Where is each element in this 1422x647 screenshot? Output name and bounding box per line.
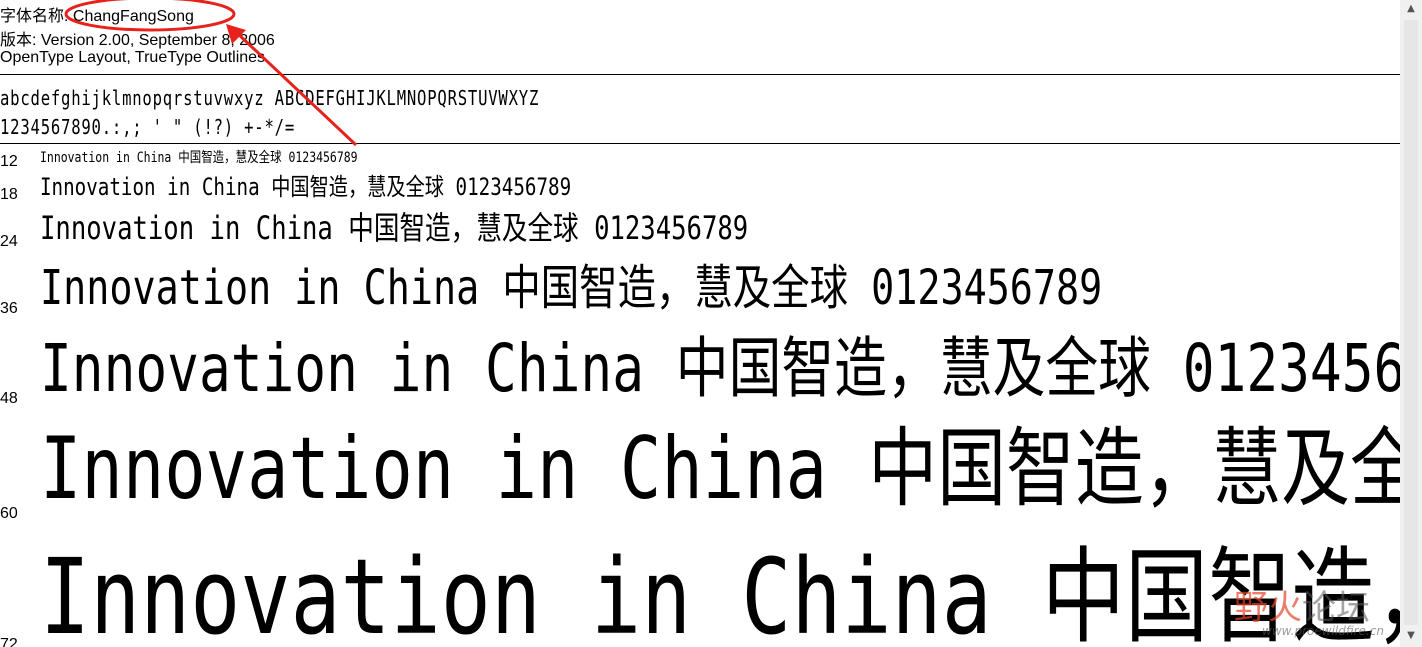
size-label-48: 48	[0, 390, 18, 407]
scrollbar-track[interactable]	[1404, 20, 1418, 625]
chevron-down-icon[interactable]: ▼	[1400, 627, 1422, 645]
sample-text-12: Innovation in China 中国智造，慧及全球 0123456789	[40, 150, 358, 166]
sample-text-48: Innovation in China 中国智造，慧及全球 0123456789	[40, 330, 1400, 407]
watermark-title-red: 野火	[1234, 588, 1302, 628]
size-label-24: 24	[0, 233, 18, 250]
charset-letters: abcdefghijklmnopqrstuvwxyz ABCDEFGHIJKLM…	[0, 86, 540, 110]
chevron-up-icon[interactable]: ▲	[1400, 0, 1422, 18]
sample-text-60: Innovation in China 中国智造，慧及全球 0123456789	[40, 419, 1400, 519]
font-version-line: 版本: Version 2.00, September 8, 2006	[0, 32, 275, 49]
header-divider	[0, 74, 1400, 75]
sample-text-18: Innovation in China 中国智造，慧及全球 0123456789	[40, 173, 572, 201]
font-preview-content: 字体名称: ChangFangSong 版本: Version 2.00, Se…	[0, 0, 1400, 647]
vertical-scrollbar[interactable]: ▲ ▼	[1400, 0, 1422, 647]
size-label-18: 18	[0, 186, 18, 203]
forum-watermark: 野火论坛 www.proewildfire.cn	[1234, 580, 1384, 638]
sample-text-36: Innovation in China 中国智造，慧及全球 0123456789	[40, 260, 1103, 316]
font-name-line: 字体名称: ChangFangSong	[0, 8, 194, 25]
sample-text-24: Innovation in China 中国智造，慧及全球 0123456789	[40, 209, 749, 247]
size-label-60: 60	[0, 505, 18, 522]
charset-divider	[0, 143, 1400, 144]
size-label-72: 72	[0, 636, 18, 647]
sample-text-72: Innovation in China 中国智造，慧及全球 0123456789	[40, 536, 1400, 647]
font-type-line: OpenType Layout, TrueType Outlines	[0, 49, 266, 66]
charset-digits-punct: 1234567890.:,; ' " (!?) +-*/=	[0, 115, 295, 139]
font-preview-window: 字体名称: ChangFangSong 版本: Version 2.00, Se…	[0, 0, 1422, 647]
watermark-title: 论坛	[1302, 588, 1370, 628]
size-label-36: 36	[0, 300, 18, 317]
watermark-url: www.proewildfire.cn	[1262, 624, 1384, 638]
size-label-12: 12	[0, 153, 18, 170]
